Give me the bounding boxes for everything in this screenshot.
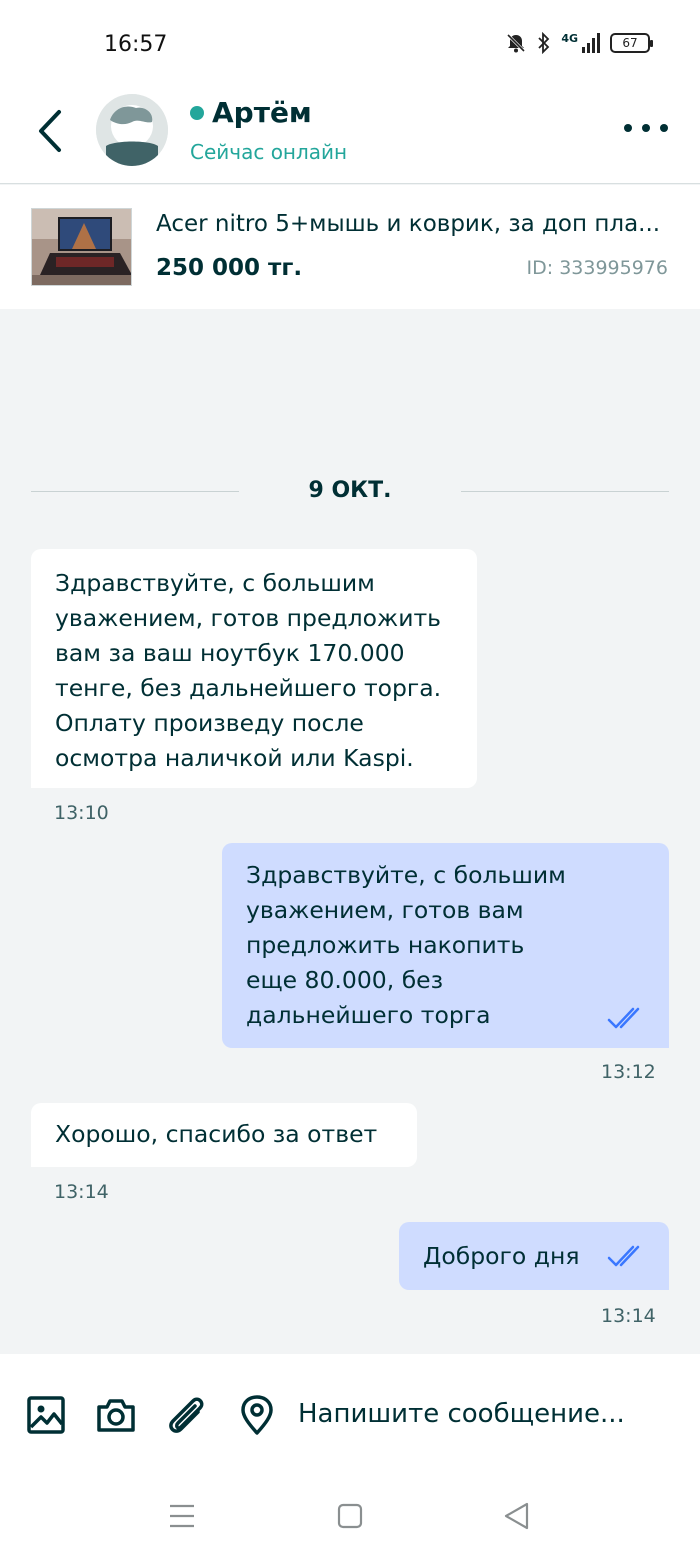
message-bubble-outgoing[interactable]: Здравствуйте, с большим уважением, готов…	[222, 843, 669, 1048]
message-input[interactable]	[298, 1390, 678, 1438]
attach-icon[interactable]	[165, 1394, 207, 1436]
ad-thumbnail	[31, 208, 132, 286]
battery-icon: 67	[610, 33, 653, 53]
message-composer	[0, 1354, 700, 1474]
battery-level: 67	[622, 36, 638, 50]
system-nav-bar	[0, 1474, 700, 1556]
back-nav-icon[interactable]	[497, 1496, 537, 1536]
ad-id: ID: 333995976	[526, 257, 668, 279]
more-button[interactable]	[624, 116, 668, 140]
message-time: 13:10	[54, 802, 109, 824]
contact-name-row: Артём	[190, 96, 312, 129]
laptop-photo	[32, 209, 131, 285]
message-text: Здравствуйте, с большим уважением, готов…	[246, 861, 566, 1029]
gallery-icon[interactable]	[26, 1394, 68, 1436]
default-avatar-icon	[96, 94, 168, 166]
more-icon	[624, 124, 632, 132]
back-arrow-icon	[39, 110, 61, 152]
mute-bell-icon	[507, 33, 526, 53]
message-text: Здравствуйте, с большим уважением, готов…	[55, 569, 442, 772]
message-bubble-incoming[interactable]: Здравствуйте, с большим уважением, готов…	[31, 549, 477, 788]
message-time: 13:14	[601, 1305, 656, 1327]
message-time: 13:12	[601, 1061, 656, 1083]
camera-icon[interactable]	[95, 1394, 137, 1436]
contact-name: Артём	[212, 96, 312, 129]
avatar[interactable]	[96, 94, 168, 166]
online-indicator	[190, 105, 204, 120]
signal-icon	[582, 33, 600, 53]
message-bubble-incoming[interactable]: Хорошо, спасибо за ответ	[31, 1103, 417, 1167]
chat-header: Артём Сейчас онлайн	[0, 90, 700, 184]
read-receipt-icon	[607, 1245, 640, 1267]
back-button[interactable]	[30, 106, 70, 156]
ad-price: 250 000 тг.	[156, 255, 303, 281]
read-receipt-icon	[607, 1007, 640, 1029]
status-time: 16:57	[104, 32, 168, 57]
network-type: 4G	[561, 32, 578, 45]
date-separator: 9 ОКТ.	[31, 478, 669, 506]
message-bubble-outgoing[interactable]: Доброго дня	[399, 1222, 669, 1290]
divider	[461, 491, 669, 492]
ad-title: Acer nitro 5+мышь и коврик, за доп пла..…	[156, 211, 661, 237]
location-icon[interactable]	[236, 1394, 278, 1436]
status-icons: 4G 67	[505, 32, 653, 54]
ad-card[interactable]: Acer nitro 5+мышь и коврик, за доп пла..…	[0, 185, 700, 309]
menu-nav-icon[interactable]	[162, 1496, 202, 1536]
message-time: 13:14	[54, 1181, 109, 1203]
bluetooth-icon	[538, 32, 550, 54]
message-text: Хорошо, спасибо за ответ	[55, 1120, 378, 1148]
status-bar: 16:57 4G 67	[0, 0, 700, 90]
home-nav-icon[interactable]	[330, 1496, 370, 1536]
contact-status: Сейчас онлайн	[190, 140, 348, 164]
